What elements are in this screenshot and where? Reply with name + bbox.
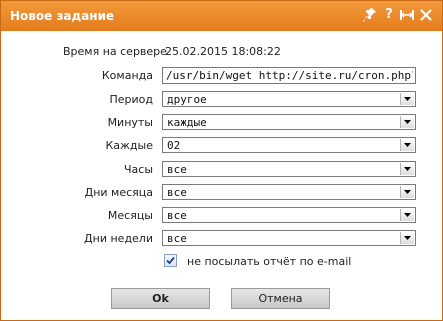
every-label: Каждые — [105, 139, 153, 152]
chevron-down-icon[interactable] — [400, 139, 414, 151]
close-icon[interactable] — [419, 7, 433, 23]
period-row: Период другое — [1, 91, 442, 109]
chevron-down-icon[interactable] — [400, 163, 414, 175]
no-email-row: не посылать отчёт по e-mail — [1, 253, 442, 269]
no-email-label: не посылать отчёт по e-mail — [187, 255, 352, 268]
new-task-dialog: Новое задание ? Время на сервере 25.02.2… — [0, 0, 443, 321]
dialog-title: Новое задание — [10, 9, 115, 23]
every-select-value: 02 — [167, 139, 181, 152]
hours-label: Часы — [123, 163, 153, 176]
month-days-row: Дни месяца все — [1, 184, 442, 202]
hours-select-value: все — [167, 163, 187, 176]
ok-button[interactable]: Ok — [111, 288, 210, 309]
no-email-checkbox[interactable] — [164, 254, 177, 267]
minutes-select-value: каждые — [167, 116, 207, 129]
command-label: Команда — [101, 69, 153, 82]
week-days-select[interactable]: все — [162, 230, 416, 246]
pin-icon[interactable] — [363, 7, 377, 23]
minutes-row: Минуты каждые — [1, 114, 442, 132]
server-time-value: 25.02.2015 18:08:22 — [165, 45, 281, 58]
hours-select[interactable]: все — [162, 161, 416, 177]
period-label: Период — [109, 93, 153, 106]
chevron-down-icon[interactable] — [400, 232, 414, 244]
month-days-select[interactable]: все — [162, 184, 416, 200]
chevron-down-icon[interactable] — [400, 93, 414, 105]
minutes-label: Минуты — [107, 116, 153, 129]
dialog-titlebar[interactable]: Новое задание ? — [1, 1, 442, 31]
period-select[interactable]: другое — [162, 91, 416, 107]
chevron-down-icon[interactable] — [400, 186, 414, 198]
hours-row: Часы все — [1, 161, 442, 179]
week-days-select-value: все — [167, 232, 187, 245]
chevron-down-icon[interactable] — [400, 116, 414, 128]
command-input-value: /usr/bin/wget http://site.ru/cron.php?cr… — [166, 69, 413, 82]
server-time-row: Время на сервере 25.02.2015 18:08:22 — [1, 43, 442, 61]
months-label: Месяцы — [107, 209, 153, 222]
week-days-label: Дни недели — [84, 232, 153, 245]
help-icon[interactable]: ? — [382, 7, 396, 23]
months-select-value: все — [167, 209, 187, 222]
every-select[interactable]: 02 — [162, 137, 416, 153]
week-days-row: Дни недели все — [1, 230, 442, 248]
month-days-label: Дни месяца — [84, 186, 153, 199]
months-select[interactable]: все — [162, 207, 416, 223]
command-row: Команда /usr/bin/wget http://site.ru/cro… — [1, 67, 442, 85]
period-select-value: другое — [167, 93, 207, 106]
every-row: Каждые 02 — [1, 137, 442, 155]
command-input[interactable]: /usr/bin/wget http://site.ru/cron.php?cr… — [162, 67, 416, 84]
server-time-label: Время на сервере — [63, 45, 167, 58]
fullscreen-icon[interactable] — [399, 7, 414, 23]
cancel-button[interactable]: Отмена — [231, 288, 330, 309]
month-days-select-value: все — [167, 186, 187, 199]
minutes-select[interactable]: каждые — [162, 114, 416, 130]
months-row: Месяцы все — [1, 207, 442, 225]
chevron-down-icon[interactable] — [400, 209, 414, 221]
